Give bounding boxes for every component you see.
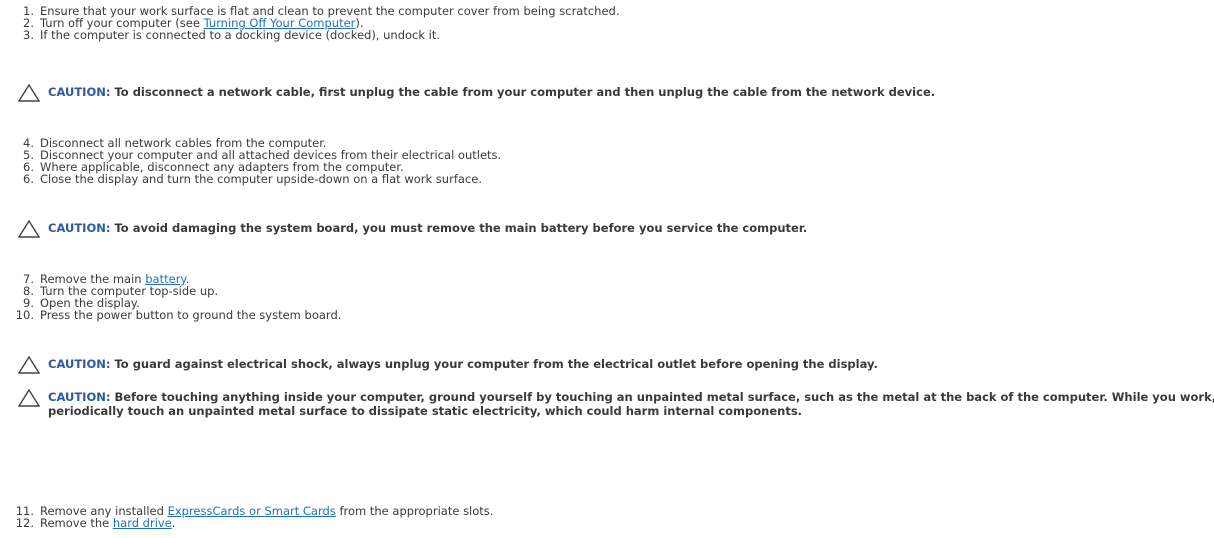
caution-label: CAUTION: — [48, 85, 111, 99]
caution-triangle-icon — [18, 356, 40, 374]
step-text-run: from the appropriate slots. — [335, 504, 494, 518]
step-number: 12. — [15, 516, 34, 530]
step-text: Close the display and turn the computer … — [40, 173, 482, 186]
step-number: 10. — [15, 308, 34, 322]
step-text: If the computer is connected to a dockin… — [40, 29, 440, 42]
step-text-run: If the computer is connected to a dockin… — [40, 28, 441, 42]
caution-label: CAUTION: — [48, 221, 111, 235]
step-text: Press the power button to ground the sys… — [40, 309, 341, 322]
caution-triangle-icon — [18, 220, 40, 238]
caution-text: To avoid damaging the system board, you … — [114, 221, 808, 235]
caution-label: CAUTION: — [48, 357, 111, 371]
caution-text: To guard against electrical shock, alway… — [114, 357, 878, 371]
caution-text: Before touching anything inside your com… — [48, 390, 1214, 418]
step-link[interactable]: ExpressCards or Smart Cards — [168, 504, 336, 518]
step-text-run: Remove the — [40, 516, 113, 530]
step-text-run: . — [171, 516, 176, 530]
step-text: Remove the hard drive. — [40, 517, 175, 530]
caution-text: To disconnect a network cable, first unp… — [114, 85, 936, 99]
step-number: 3. — [23, 28, 34, 42]
caution-triangle-icon — [18, 84, 40, 102]
step-text-run: Close the display and turn the computer … — [40, 172, 482, 186]
caution-triangle-icon — [18, 389, 40, 407]
step-number: 6. — [23, 172, 34, 186]
step-link[interactable]: hard drive — [113, 516, 172, 530]
step-text-run: Press the power button to ground the sys… — [40, 308, 342, 322]
caution-label: CAUTION: — [48, 390, 111, 404]
